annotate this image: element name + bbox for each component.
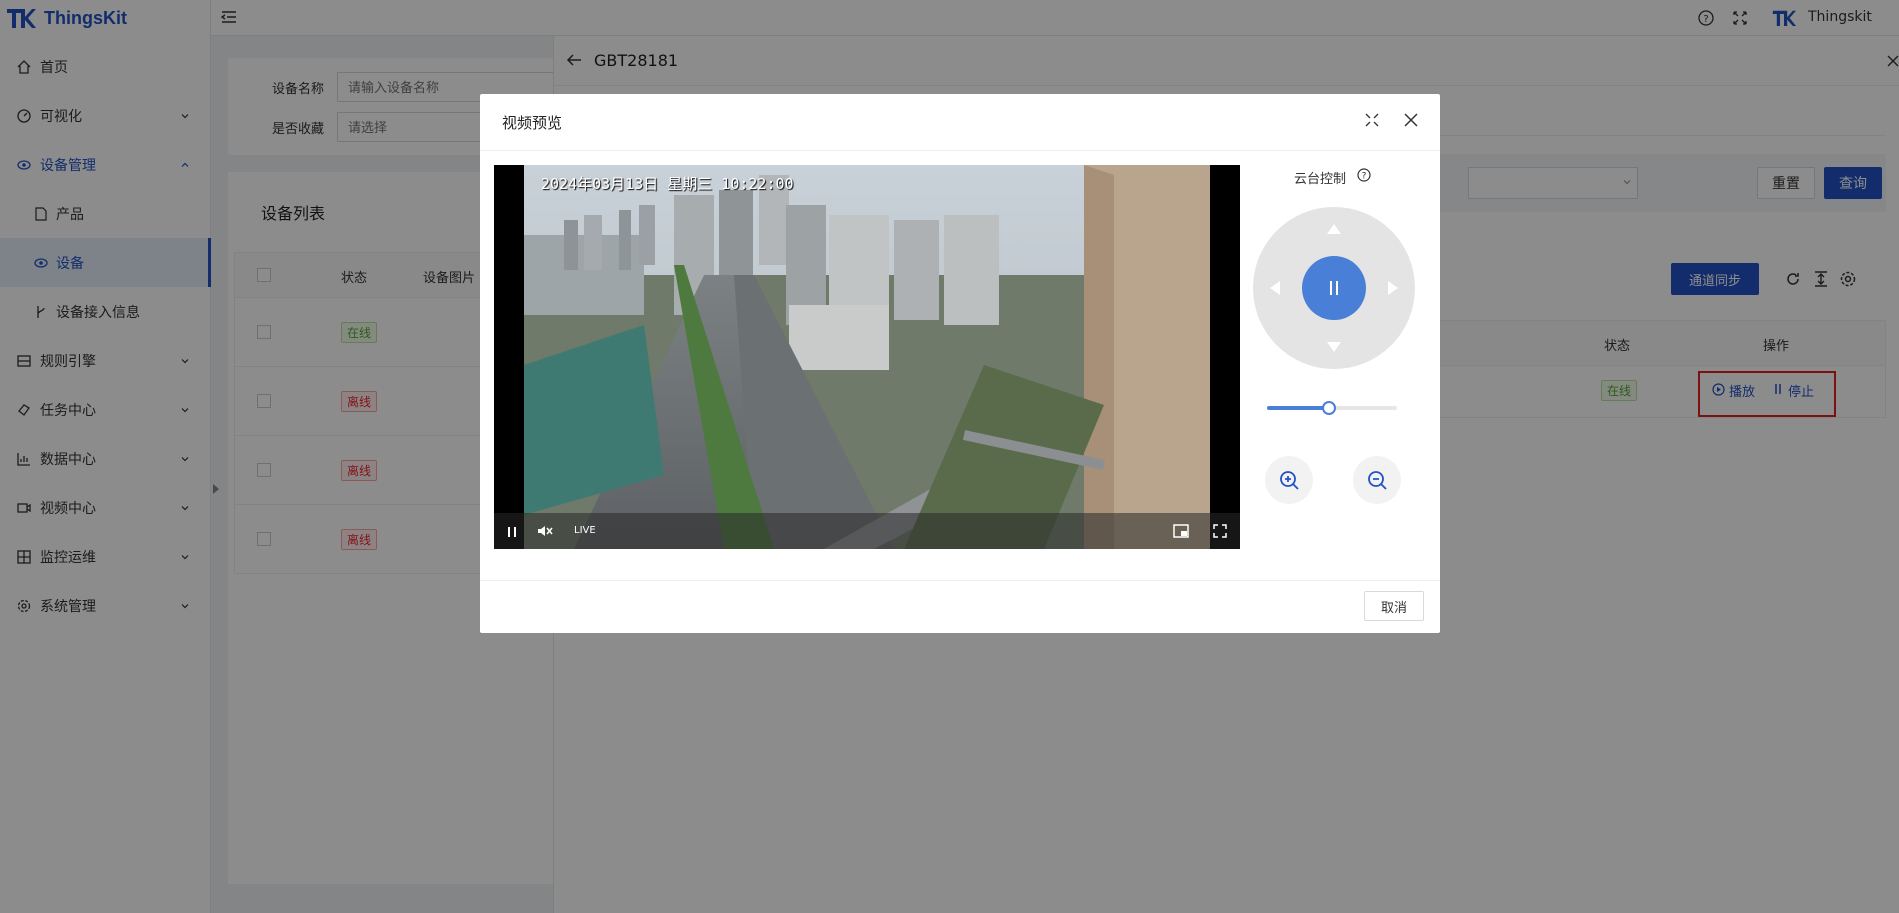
ptz-direction-pad bbox=[1253, 207, 1415, 369]
ptz-speed-slider-fill bbox=[1267, 406, 1330, 410]
modal-title: 视频预览 bbox=[502, 114, 563, 132]
ptz-up-button[interactable] bbox=[1326, 223, 1342, 235]
pause-icon bbox=[1330, 281, 1338, 295]
cancel-button[interactable]: 取消 bbox=[1364, 591, 1424, 621]
video-player[interactable]: 2024年03月13日 星期三 10:22:00 LIVE bbox=[494, 165, 1240, 549]
zoom-out-button[interactable] bbox=[1353, 456, 1401, 504]
header-divider bbox=[480, 150, 1440, 151]
question-circle-icon[interactable]: ? bbox=[1357, 168, 1371, 182]
video-preview-modal: 视频预览 2024年03月13日 星期三 10:22:00 LIVE 云台控制 … bbox=[480, 94, 1440, 633]
svg-text:?: ? bbox=[1362, 172, 1367, 182]
ptz-right-button[interactable] bbox=[1387, 280, 1399, 296]
picture-in-picture-icon[interactable] bbox=[1173, 524, 1189, 538]
ptz-left-button[interactable] bbox=[1269, 280, 1281, 296]
fullscreen-icon[interactable] bbox=[1213, 524, 1227, 538]
video-control-bar: LIVE bbox=[494, 513, 1240, 549]
live-label: LIVE bbox=[574, 525, 596, 536]
zoom-out-icon bbox=[1368, 471, 1387, 490]
zoom-in-icon bbox=[1280, 471, 1299, 490]
ptz-center-pause-button[interactable] bbox=[1302, 256, 1366, 320]
ptz-speed-slider-handle[interactable] bbox=[1322, 401, 1337, 415]
footer-divider bbox=[480, 580, 1440, 581]
close-icon[interactable] bbox=[1404, 113, 1418, 127]
zoom-in-button[interactable] bbox=[1265, 456, 1313, 504]
ptz-down-button[interactable] bbox=[1326, 341, 1342, 353]
camera-feed-image bbox=[524, 165, 1210, 549]
ptz-speed-slider[interactable] bbox=[1267, 401, 1397, 415]
ptz-title: 云台控制 bbox=[1294, 172, 1347, 187]
fullscreen-icon[interactable] bbox=[1365, 113, 1379, 127]
video-osd-timestamp: 2024年03月13日 星期三 10:22:00 bbox=[541, 175, 794, 193]
volume-mute-icon[interactable] bbox=[537, 524, 553, 538]
pause-icon[interactable] bbox=[507, 526, 517, 538]
